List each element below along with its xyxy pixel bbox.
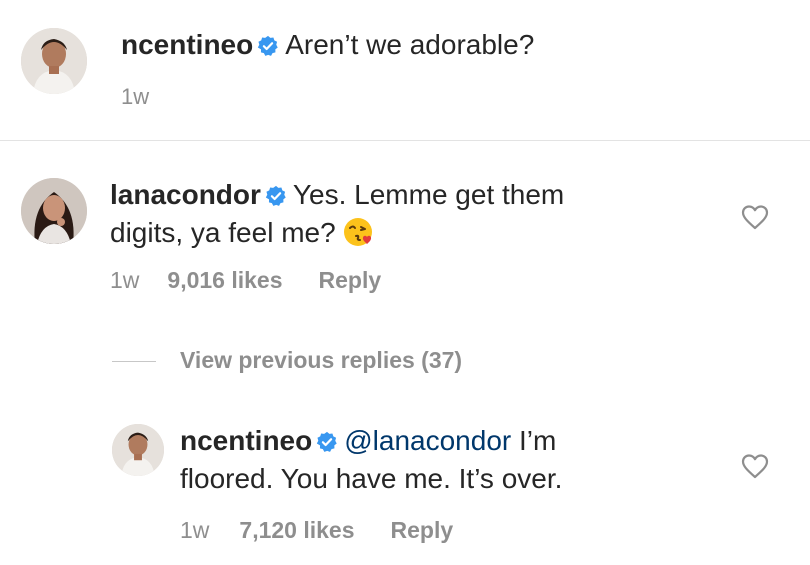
like-button[interactable] <box>741 204 769 230</box>
reply-reply-button[interactable]: Reply <box>391 517 454 544</box>
caption-timestamp[interactable]: 1w <box>121 84 149 110</box>
comment-body-line1: Yes. Lemme get them <box>292 179 565 210</box>
section-divider <box>0 140 810 141</box>
reply-body-line1: I’m <box>511 425 557 456</box>
comment-text: lanacondor Yes. Lemme get them digits, ya… <box>110 176 710 252</box>
comment-meta: 1w 9,016 likes Reply <box>110 267 381 294</box>
avatar-ncentineo-image <box>21 28 87 94</box>
view-previous-divider <box>112 361 156 362</box>
avatar-lanacondor-image <box>21 178 87 244</box>
comment-likes[interactable]: 9,016 likes <box>167 267 282 294</box>
reply-timestamp[interactable]: 1w <box>180 517 209 544</box>
face-blowing-kiss-emoji <box>342 216 374 248</box>
reply-likes[interactable]: 7,120 likes <box>239 517 354 544</box>
verified-badge-icon <box>316 431 338 453</box>
reply-username[interactable]: ncentineo <box>180 425 312 456</box>
comment-reply-button[interactable]: Reply <box>319 267 382 294</box>
reply-meta: 1w 7,120 likes Reply <box>180 517 453 544</box>
reply-body-line2: floored. You have me. It’s over. <box>180 463 563 494</box>
heart-outline-icon <box>741 205 769 230</box>
reply-like-button[interactable] <box>741 453 769 479</box>
comment-body-line2: digits, ya feel me? <box>110 217 336 248</box>
avatar-ncentineo-reply[interactable] <box>112 424 164 476</box>
verified-badge-icon <box>265 185 287 207</box>
avatar-ncentineo[interactable] <box>21 28 87 94</box>
caption-body: Aren’t we adorable? <box>285 29 535 60</box>
verified-badge-icon <box>257 35 279 57</box>
comment-username[interactable]: lanacondor <box>110 179 261 210</box>
heart-outline-icon <box>741 454 769 479</box>
reply-mention-link[interactable]: @lanacondor <box>344 425 511 456</box>
view-previous-replies-button[interactable]: View previous replies (37) <box>180 347 462 374</box>
comment-timestamp[interactable]: 1w <box>110 267 139 294</box>
avatar-ncentineo-reply-image <box>112 424 164 476</box>
reply-text: ncentineo @lanacondor I’m floored. You ha… <box>180 422 720 498</box>
avatar-lanacondor[interactable] <box>21 178 87 244</box>
caption-text-line: ncentineo Aren’t we adorable? <box>121 28 534 62</box>
caption-username[interactable]: ncentineo <box>121 29 253 60</box>
